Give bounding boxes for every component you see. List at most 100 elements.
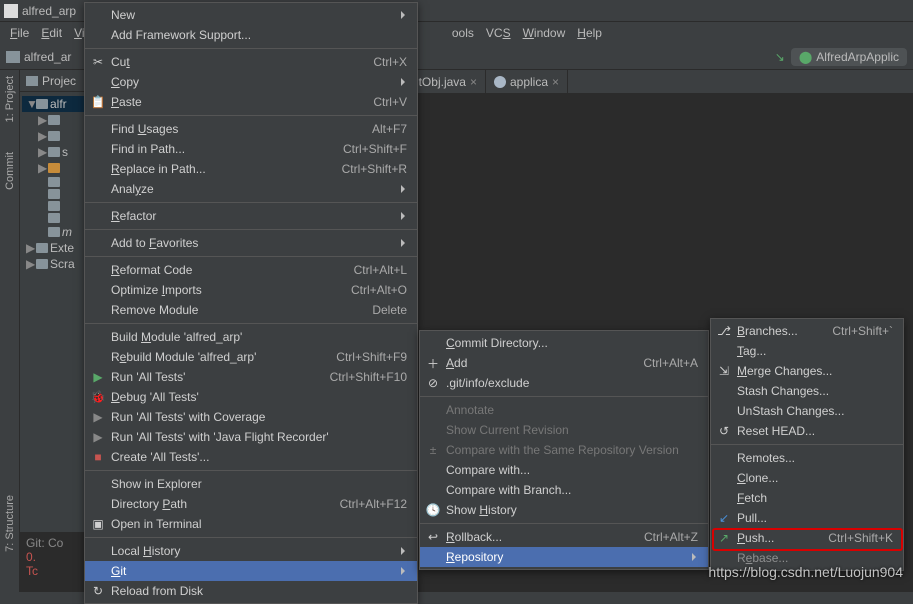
menu-item[interactable]: ＋AddCtrl+Alt+A: [420, 353, 708, 373]
menu-item-label: Tag...: [737, 344, 766, 358]
menu-item[interactable]: ■Create 'All Tests'...: [85, 447, 417, 467]
close-icon[interactable]: ×: [552, 75, 559, 89]
menu-item-label: Pull...: [737, 511, 767, 525]
hammer-icon[interactable]: ↘: [775, 50, 785, 64]
menu-item-label: Remotes...: [737, 451, 795, 465]
context-menu-main[interactable]: NewAdd Framework Support...✂CutCtrl+XCop…: [84, 2, 418, 604]
menu-item[interactable]: Remove ModuleDelete: [85, 300, 417, 320]
menu-item[interactable]: Remotes...: [711, 448, 903, 468]
menu-item[interactable]: Local History: [85, 541, 417, 561]
menu-item-label: Local History: [111, 544, 180, 558]
menu-item[interactable]: Analyze: [85, 179, 417, 199]
menu-item[interactable]: Add to Favorites: [85, 233, 417, 253]
menu-item[interactable]: Build Module 'alfred_arp': [85, 327, 417, 347]
menu-window[interactable]: Window: [517, 24, 572, 42]
menu-item-label: Run 'All Tests' with Coverage: [111, 410, 265, 424]
menu-item-label: Replace in Path...: [111, 162, 206, 176]
menu-item-label: Create 'All Tests'...: [111, 450, 209, 464]
menu-item[interactable]: Add Framework Support...: [85, 25, 417, 45]
menu-item-label: Compare with the Same Repository Version: [446, 443, 679, 457]
menu-item[interactable]: Refactor: [85, 206, 417, 226]
menu-item[interactable]: Directory PathCtrl+Alt+F12: [85, 494, 417, 514]
menu-item[interactable]: Repository: [420, 547, 708, 567]
context-menu-git[interactable]: Commit Directory...＋AddCtrl+Alt+A⊘.git/i…: [419, 330, 709, 570]
menu-item[interactable]: ⎇Branches...Ctrl+Shift+`: [711, 321, 903, 341]
run-config-dropdown[interactable]: ⬤ AlfredArpApplic: [791, 48, 907, 66]
menu-item[interactable]: New: [85, 5, 417, 25]
folder-icon: [48, 163, 60, 173]
tree-label: Scra: [50, 257, 75, 271]
folder-icon: [36, 99, 48, 109]
menu-item[interactable]: 🕓 Show History: [420, 500, 708, 520]
menu-item[interactable]: Clone...: [711, 468, 903, 488]
menu-item[interactable]: Stash Changes...: [711, 381, 903, 401]
menu-file[interactable]: File: [4, 24, 35, 42]
menu-vcs[interactable]: VCS: [480, 24, 517, 42]
menu-item[interactable]: Show in Explorer: [85, 474, 417, 494]
menu-item[interactable]: ↩Rollback...Ctrl+Alt+Z: [420, 527, 708, 547]
menu-item-label: Compare with Branch...: [446, 483, 571, 497]
menu-item[interactable]: ↺ Reset HEAD...: [711, 421, 903, 441]
menu-item[interactable]: Fetch: [711, 488, 903, 508]
menu-item[interactable]: Tag...: [711, 341, 903, 361]
menu-item[interactable]: Replace in Path... Ctrl+Shift+R: [85, 159, 417, 179]
menu-item-label: Run 'All Tests' with 'Java Flight Record…: [111, 430, 329, 444]
menu-item[interactable]: UnStash Changes...: [711, 401, 903, 421]
menu-item-label: Show in Explorer: [111, 477, 202, 491]
watermark: https://blog.csdn.net/Luojun904: [708, 564, 903, 580]
menu-help[interactable]: Help: [571, 24, 608, 42]
context-menu-repo[interactable]: ⎇Branches...Ctrl+Shift+` Tag... ⇲Merge Cha…: [710, 318, 904, 571]
menu-item-label: Remove Module: [111, 303, 198, 317]
menu-item-label: Show History: [446, 503, 517, 517]
menu-item[interactable]: ⊘.git/info/exclude: [420, 373, 708, 393]
menu-item[interactable]: ↙Pull...: [711, 508, 903, 528]
menu-item[interactable]: Compare with...: [420, 460, 708, 480]
folder-icon: [48, 147, 60, 157]
menu-item[interactable]: Rebuild Module 'alfred_arp'Ctrl+Shift+F9: [85, 347, 417, 367]
menu-item[interactable]: ↻Reload from Disk: [85, 581, 417, 601]
menu-item-label: .git/info/exclude: [446, 376, 529, 390]
menu-item-icon: ＋: [426, 356, 440, 370]
menu-item[interactable]: ▶Run 'All Tests' with 'Java Flight Recor…: [85, 427, 417, 447]
toolwindow-structure[interactable]: 7: Structure: [4, 495, 16, 552]
menu-item[interactable]: ▶Run 'All Tests'Ctrl+Shift+F10: [85, 367, 417, 387]
menu-item: Annotate: [420, 400, 708, 420]
menu-edit[interactable]: Edit: [35, 24, 68, 42]
menu-item[interactable]: Optimize ImportsCtrl+Alt+O: [85, 280, 417, 300]
menu-item[interactable]: ✂CutCtrl+X: [85, 52, 417, 72]
menu-item-icon: ⇲: [717, 364, 731, 378]
toolwindow-project[interactable]: 1: Project: [4, 76, 16, 122]
menu-item-icon: ↗: [717, 531, 731, 545]
menu-item-label: Push...: [737, 531, 774, 545]
menu-item[interactable]: 🐞Debug 'All Tests': [85, 387, 417, 407]
menu-item[interactable]: Find in Path...Ctrl+Shift+F: [85, 139, 417, 159]
menu-item[interactable]: Reformat CodeCtrl+Alt+L: [85, 260, 417, 280]
breadcrumb: alfred_ar: [24, 50, 71, 64]
menu-item[interactable]: ⇲Merge Changes...: [711, 361, 903, 381]
menu-item[interactable]: Commit Directory...: [420, 333, 708, 353]
menu-item[interactable]: ▶Run 'All Tests' with Coverage: [85, 407, 417, 427]
menu-item-label: Git: [111, 564, 126, 578]
menu-item[interactable]: Git: [85, 561, 417, 581]
menu-item[interactable]: Compare with Branch...: [420, 480, 708, 500]
menu-item-shortcut: Ctrl+Shift+R: [322, 162, 407, 176]
menu-item-shortcut: Alt+F7: [352, 122, 407, 136]
close-icon[interactable]: ×: [470, 75, 477, 89]
menu-item[interactable]: Find UsagesAlt+F7: [85, 119, 417, 139]
menu-item[interactable]: ▣Open in Terminal: [85, 514, 417, 534]
menu-tools[interactable]: ools: [446, 24, 480, 42]
menu-item[interactable]: ↗Push...Ctrl+Shift+K: [711, 528, 903, 548]
menu-item-label: Stash Changes...: [737, 384, 829, 398]
menu-item-label: Clone...: [737, 471, 778, 485]
menu-item-label: Reset HEAD...: [737, 424, 815, 438]
toolwindow-commit[interactable]: Commit: [4, 152, 16, 190]
menu-item-icon: 🕓: [426, 503, 440, 517]
menu-item-icon: ✂: [91, 55, 105, 69]
menu-item-icon: ↺: [717, 424, 731, 438]
editor-tab[interactable]: applica×: [486, 70, 568, 93]
menu-item[interactable]: Copy: [85, 72, 417, 92]
menu-item-label: Cut: [111, 55, 130, 69]
menu-item-label: UnStash Changes...: [737, 404, 844, 418]
runconfig-icon: ⬤: [799, 50, 812, 64]
menu-item[interactable]: 📋PasteCtrl+V: [85, 92, 417, 112]
